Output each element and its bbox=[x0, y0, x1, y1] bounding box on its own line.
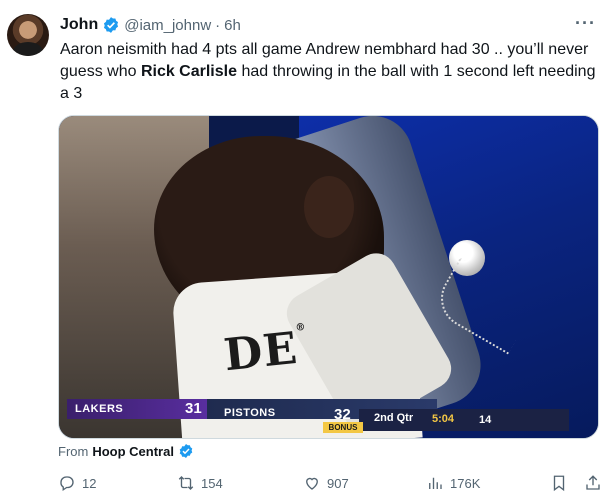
reply-button[interactable]: 12 bbox=[58, 474, 96, 492]
team-home: LAKERS bbox=[75, 403, 124, 415]
score-home: 31 bbox=[185, 400, 202, 417]
avatar[interactable] bbox=[7, 14, 49, 56]
towel-logo: DE® bbox=[221, 321, 307, 382]
reply-icon bbox=[60, 476, 74, 492]
like-button[interactable]: 907 bbox=[303, 474, 349, 492]
bookmark-icon bbox=[553, 475, 565, 492]
like-count: 907 bbox=[327, 475, 349, 491]
verified-badge-icon bbox=[104, 17, 119, 33]
share-button[interactable] bbox=[584, 474, 602, 492]
tweet-text: Aaron neismith had 4 pts all game Andrew… bbox=[60, 39, 600, 105]
game-period: 2nd Qtr bbox=[374, 412, 414, 424]
verified-badge-icon bbox=[179, 444, 193, 458]
views-count: 176K bbox=[450, 475, 481, 491]
tweet-text-bold: Rick Carlisle bbox=[140, 63, 237, 80]
tweet-header: John @iam_johnw · 6h bbox=[60, 14, 241, 36]
team-away: PISTONS bbox=[224, 407, 276, 419]
tweet-time[interactable]: 6h bbox=[224, 17, 241, 34]
views-icon bbox=[429, 477, 442, 489]
action-bar: 12 154 907 176K bbox=[0, 474, 609, 496]
repost-count: 154 bbox=[201, 475, 223, 491]
tweet[interactable]: John @iam_johnw · 6h ··· Aaron neismith … bbox=[0, 0, 609, 500]
repost-button[interactable]: 154 bbox=[177, 474, 223, 492]
bonus-indicator: BONUS bbox=[323, 422, 363, 433]
views-button[interactable]: 176K bbox=[426, 474, 480, 492]
scoreboard: LAKERS 31 PISTONS 32 BONUS 2nd Qtr 5:04 … bbox=[59, 397, 598, 438]
heart-icon bbox=[306, 477, 318, 490]
repost-icon bbox=[178, 476, 194, 490]
reply-count: 12 bbox=[82, 475, 97, 491]
tweet-media-video[interactable]: DE® LAKERS 31 PISTONS 32 BONUS 2nd Qtr 5… bbox=[58, 115, 599, 439]
shot-clock: 14 bbox=[479, 414, 492, 426]
bookmark-button[interactable] bbox=[550, 474, 568, 492]
media-source: From Hoop Central bbox=[58, 443, 194, 459]
time-separator: · bbox=[215, 16, 221, 34]
game-clock: 5:04 bbox=[432, 413, 455, 425]
share-icon bbox=[586, 475, 600, 490]
author-handle[interactable]: @iam_johnw bbox=[124, 17, 211, 34]
source-name[interactable]: Hoop Central bbox=[92, 444, 174, 459]
source-prefix: From bbox=[58, 443, 89, 459]
score-away: 32 bbox=[334, 406, 351, 423]
author-name[interactable]: John bbox=[60, 16, 98, 34]
more-options-icon[interactable]: ··· bbox=[575, 13, 596, 34]
